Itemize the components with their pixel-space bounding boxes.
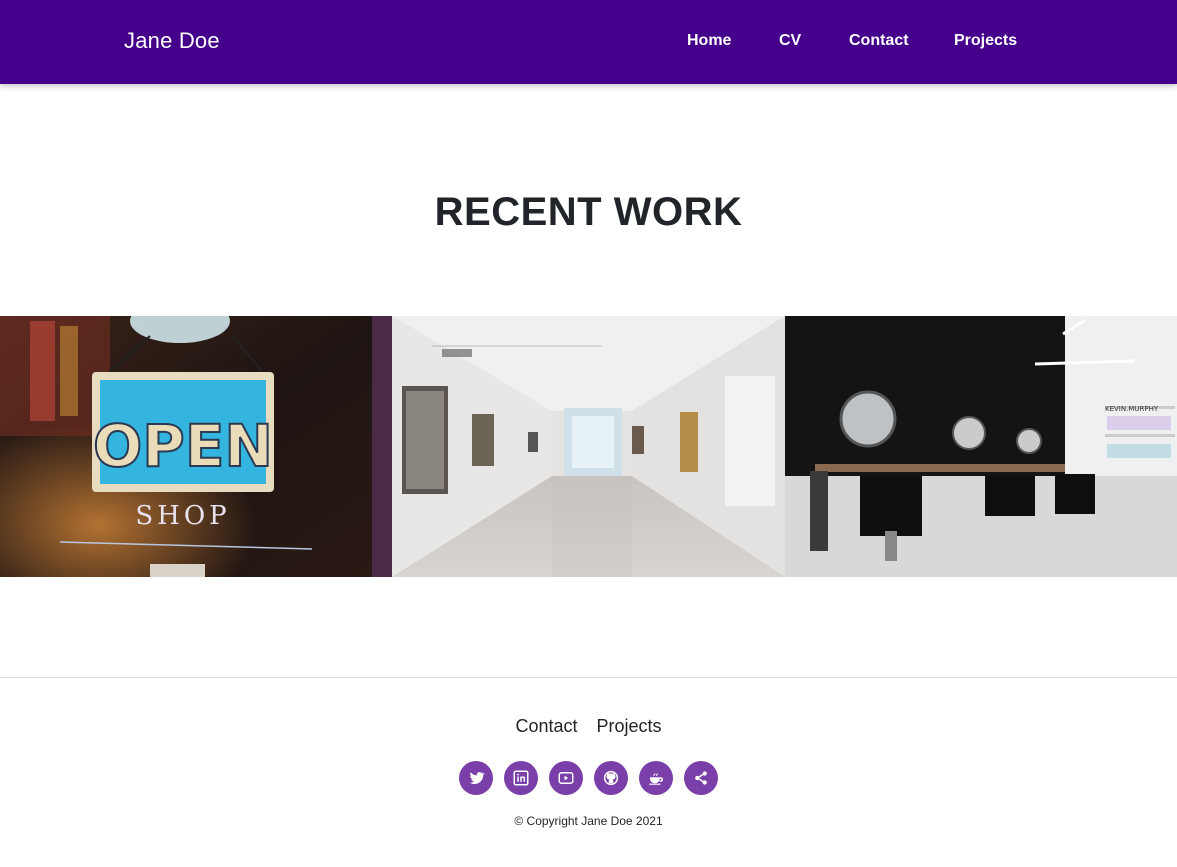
salon-image: KEVIN.MURPHY <box>785 316 1177 577</box>
nav-contact[interactable]: Contact <box>849 32 909 50</box>
gallery-item-open-shop[interactable]: OPEN SHOP <box>0 316 392 577</box>
coffee-icon[interactable] <box>639 761 673 795</box>
svg-text:KEVIN.MURPHY: KEVIN.MURPHY <box>1105 405 1159 413</box>
page-heading: RECENT WORK <box>434 190 743 234</box>
nav-home[interactable]: Home <box>687 32 731 50</box>
gallery-item-art-gallery[interactable] <box>392 316 785 577</box>
svg-text:SHOP: SHOP <box>135 501 230 531</box>
linkedin-icon[interactable] <box>504 761 538 795</box>
nav-projects[interactable]: Projects <box>954 32 1017 50</box>
copyright-text: © Copyright Jane Doe 2021 <box>514 814 663 828</box>
top-navbar: Jane Doe Home CV Contact Projects <box>0 0 1177 84</box>
main-nav: Home CV Contact Projects <box>0 32 1177 54</box>
art-gallery-image <box>392 316 785 577</box>
footer-links: Contact Projects <box>0 716 1177 737</box>
nav-cv[interactable]: CV <box>779 32 801 50</box>
footer-link-projects[interactable]: Projects <box>597 716 662 736</box>
github-icon[interactable] <box>594 761 628 795</box>
svg-text:OPEN: OPEN <box>93 412 273 480</box>
footer-link-contact[interactable]: Contact <box>515 716 577 736</box>
gallery-item-salon[interactable]: KEVIN.MURPHY <box>785 316 1177 577</box>
open-sign-image: OPEN SHOP <box>0 316 392 577</box>
twitter-icon[interactable] <box>459 761 493 795</box>
footer-divider <box>0 677 1177 678</box>
recent-work-gallery: OPEN SHOP KEVIN.MURPHY <box>0 316 1177 577</box>
youtube-icon[interactable] <box>549 761 583 795</box>
share-icon[interactable] <box>684 761 718 795</box>
social-icons <box>459 761 718 795</box>
